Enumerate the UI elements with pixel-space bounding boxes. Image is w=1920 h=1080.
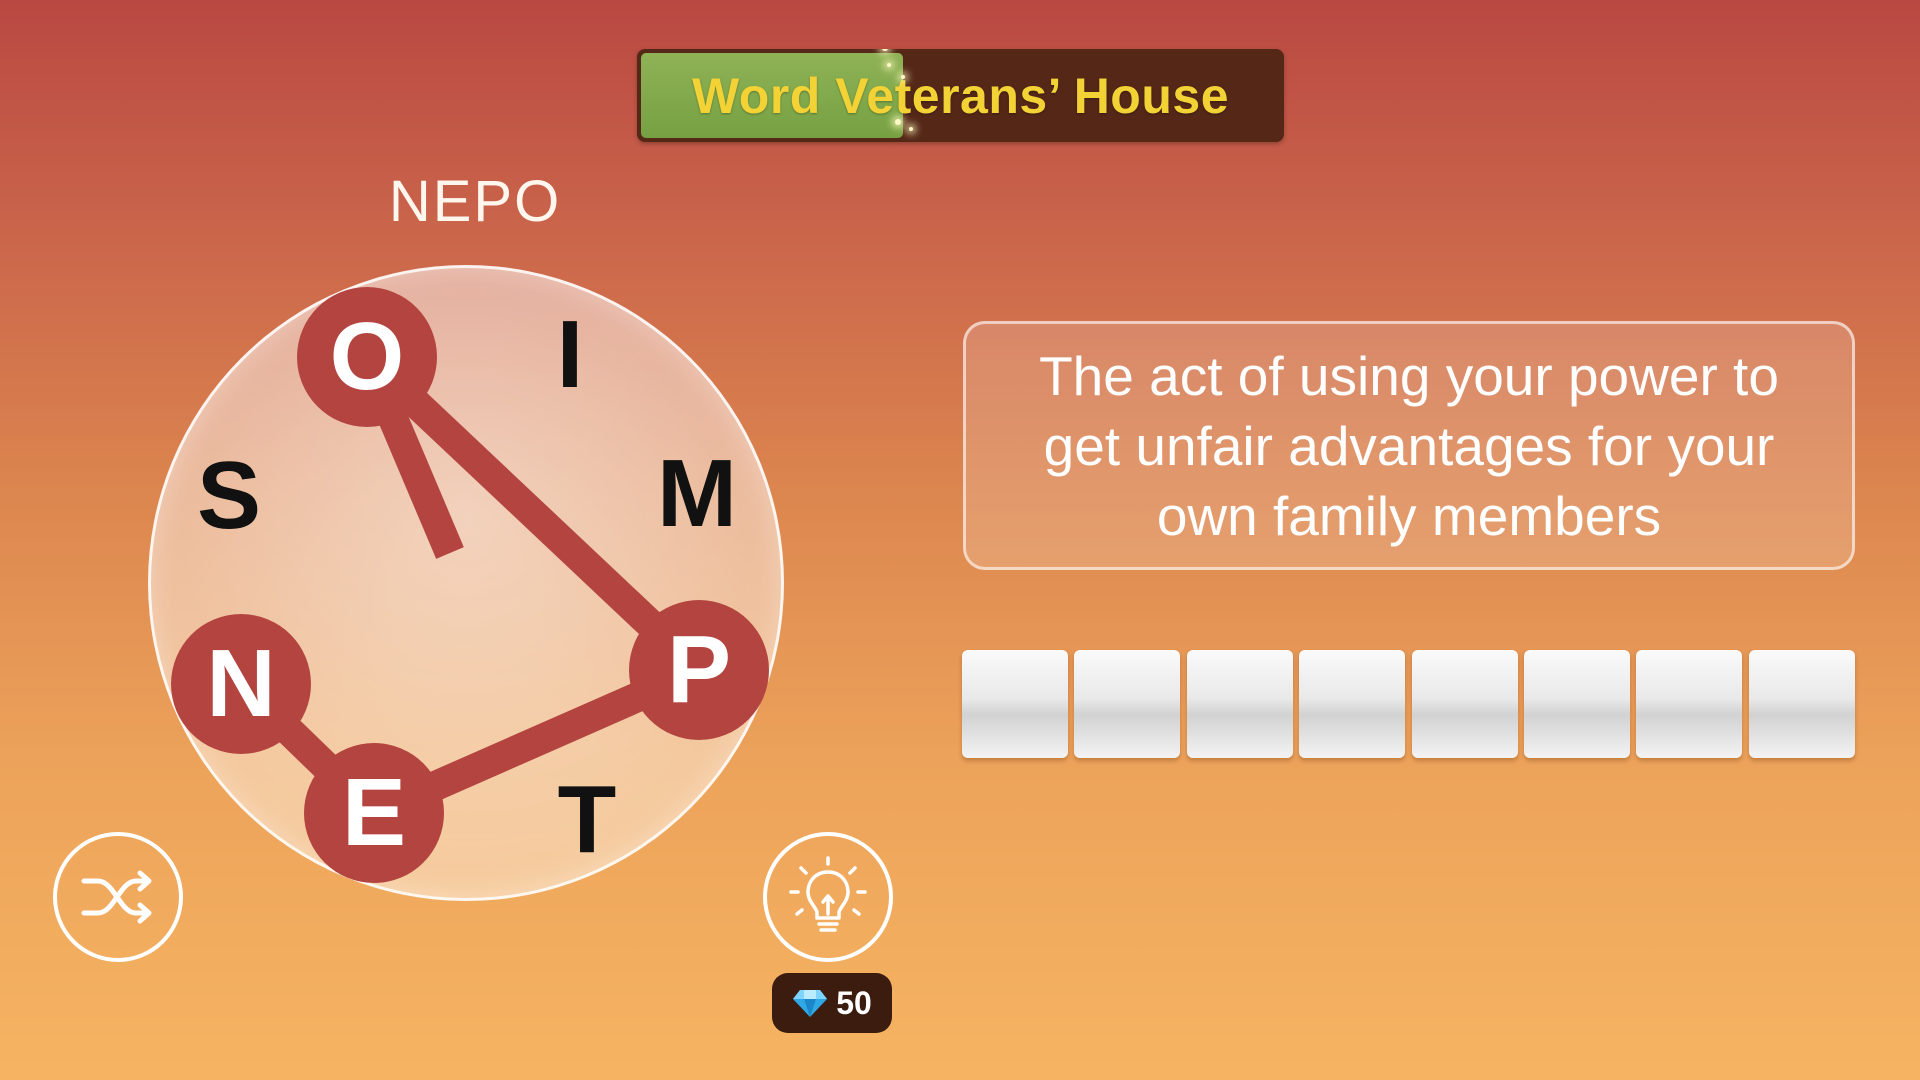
wheel-letter-m[interactable]: M	[627, 424, 767, 564]
level-progress-bar: Word Veterans’ House	[637, 49, 1284, 142]
clue-box: The act of using your power to get unfai…	[963, 321, 1855, 570]
sparkle-effect	[909, 127, 913, 131]
hint-button[interactable]	[763, 832, 893, 962]
wheel-letter-o[interactable]: O	[297, 287, 437, 427]
clue-text: The act of using your power to get unfai…	[1039, 344, 1779, 547]
answer-slot[interactable]	[1412, 650, 1518, 758]
letter-wheel[interactable]	[148, 265, 784, 901]
answer-slot[interactable]	[1749, 650, 1855, 758]
wheel-letter-i[interactable]: I	[500, 285, 640, 425]
sparkle-effect	[895, 119, 901, 125]
diamond-icon	[793, 990, 828, 1017]
wheel-letter-s[interactable]: S	[159, 426, 299, 566]
wheel-letter-t[interactable]: T	[517, 750, 657, 890]
shuffle-icon	[81, 870, 152, 924]
answer-slot[interactable]	[1074, 650, 1180, 758]
gem-count: 50	[836, 984, 872, 1021]
sparkle-effect	[887, 63, 891, 67]
answer-slot[interactable]	[962, 650, 1068, 758]
answer-slot[interactable]	[1187, 650, 1293, 758]
answer-slot[interactable]	[1299, 650, 1405, 758]
shuffle-button[interactable]	[53, 832, 183, 962]
answer-slots	[962, 650, 1857, 760]
current-word: NEPO	[388, 169, 562, 234]
sparkle-effect	[901, 75, 905, 79]
answer-slot[interactable]	[1636, 650, 1742, 758]
lightbulb-icon	[789, 856, 867, 932]
gem-counter: 50	[772, 973, 892, 1033]
answer-slot[interactable]	[1524, 650, 1630, 758]
wheel-letter-e[interactable]: E	[304, 743, 444, 883]
wheel-letter-n[interactable]: N	[171, 614, 311, 754]
level-title: Word Veterans’ House	[691, 67, 1230, 124]
wheel-letter-p[interactable]: P	[629, 600, 769, 740]
